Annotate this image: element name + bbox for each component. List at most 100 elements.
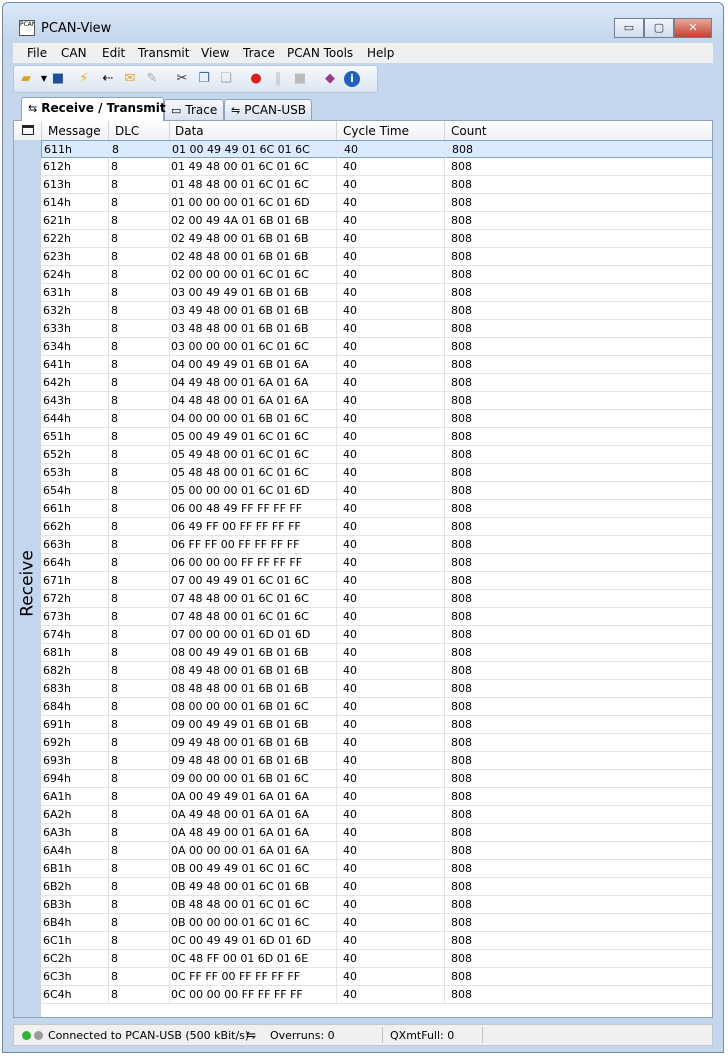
table-row[interactable]: 693h 8 09 48 48 00 01 6B 01 6B 40 808 — [41, 752, 712, 770]
tab-receive-transmit[interactable]: ⇆ Receive / Transmit — [21, 97, 166, 121]
data-cell: 03 48 48 00 01 6B 01 6B — [171, 322, 309, 335]
dlc-cell: 8 — [111, 988, 118, 1001]
table-row[interactable]: 631h 8 03 00 49 49 01 6B 01 6B 40 808 — [41, 284, 712, 302]
header-data[interactable]: Data — [175, 124, 204, 138]
table-row[interactable]: 674h 8 07 00 00 00 01 6D 01 6D 40 808 — [41, 626, 712, 644]
header-dlc[interactable]: DLC — [115, 124, 139, 138]
table-row[interactable]: 671h 8 07 00 49 49 01 6C 01 6C 40 808 — [41, 572, 712, 590]
trace-icon: ▭ — [171, 104, 182, 117]
table-row[interactable]: 614h 8 01 00 00 00 01 6C 01 6D 40 808 — [41, 194, 712, 212]
table-row[interactable]: 681h 8 08 00 49 49 01 6B 01 6B 40 808 — [41, 644, 712, 662]
save-icon[interactable]: ■ — [50, 71, 66, 87]
message-id-cell: 6C2h — [43, 952, 72, 965]
header-count[interactable]: Count — [451, 124, 487, 138]
menu-edit[interactable]: Edit — [102, 46, 125, 60]
maximize-button[interactable]: ▢ — [644, 18, 674, 38]
stop-icon[interactable]: ■ — [292, 71, 308, 87]
table-row[interactable]: 6C3h 8 0C FF FF 00 FF FF FF FF 40 808 — [41, 968, 712, 986]
connect-icon[interactable]: ⚡ — [76, 71, 92, 87]
table-row[interactable]: 613h 8 01 48 48 00 01 6C 01 6C 40 808 — [41, 176, 712, 194]
table-row[interactable]: 672h 8 07 48 48 00 01 6C 01 6C 40 808 — [41, 590, 712, 608]
cycle-time-cell: 40 — [343, 844, 357, 857]
menu-help[interactable]: Help — [367, 46, 394, 60]
table-row[interactable]: 692h 8 09 49 48 00 01 6B 01 6B 40 808 — [41, 734, 712, 752]
table-row[interactable]: 643h 8 04 48 48 00 01 6A 01 6A 40 808 — [41, 392, 712, 410]
table-row[interactable]: 642h 8 04 49 48 00 01 6A 01 6A 40 808 — [41, 374, 712, 392]
table-row[interactable]: 661h 8 06 00 48 49 FF FF FF FF 40 808 — [41, 500, 712, 518]
cycle-time-cell: 40 — [343, 988, 357, 1001]
menu-can[interactable]: CAN — [61, 46, 87, 60]
open-folder-icon[interactable]: ▰ — [18, 71, 34, 87]
table-row[interactable]: 6C2h 8 0C 48 FF 00 01 6D 01 6E 40 808 — [41, 950, 712, 968]
table-row[interactable]: 651h 8 05 00 49 49 01 6C 01 6C 40 808 — [41, 428, 712, 446]
table-row[interactable]: 6B1h 8 0B 00 49 49 01 6C 01 6C 40 808 — [41, 860, 712, 878]
info-icon[interactable]: i — [344, 71, 360, 87]
table-row[interactable]: 663h 8 06 FF FF 00 FF FF FF FF 40 808 — [41, 536, 712, 554]
copy-icon[interactable]: ❐ — [196, 71, 212, 87]
paste-icon[interactable]: ❏ — [218, 71, 234, 87]
record-icon[interactable]: ● — [248, 71, 264, 87]
tab-trace[interactable]: ▭ Trace — [164, 99, 224, 121]
table-row[interactable]: 6C1h 8 0C 00 49 49 01 6D 01 6D 40 808 — [41, 932, 712, 950]
menu-transmit[interactable]: Transmit — [138, 46, 189, 60]
count-cell: 808 — [451, 196, 472, 209]
table-row[interactable]: 624h 8 02 00 00 00 01 6C 01 6C 40 808 — [41, 266, 712, 284]
table-row[interactable]: 673h 8 07 48 48 00 01 6C 01 6C 40 808 — [41, 608, 712, 626]
edit-message-icon[interactable]: ✎ — [144, 71, 160, 87]
table-row[interactable]: 621h 8 02 00 49 4A 01 6B 01 6B 40 808 — [41, 212, 712, 230]
close-button[interactable]: ✕ — [674, 18, 712, 38]
table-row[interactable]: 623h 8 02 48 48 00 01 6B 01 6B 40 808 — [41, 248, 712, 266]
table-row[interactable]: 632h 8 03 49 48 00 01 6B 01 6B 40 808 — [41, 302, 712, 320]
table-row[interactable]: 634h 8 03 00 00 00 01 6C 01 6C 40 808 — [41, 338, 712, 356]
table-row[interactable]: 633h 8 03 48 48 00 01 6B 01 6B 40 808 — [41, 320, 712, 338]
message-id-cell: 6A2h — [43, 808, 72, 821]
table-row[interactable]: 683h 8 08 48 48 00 01 6B 01 6B 40 808 — [41, 680, 712, 698]
table-row[interactable]: 622h 8 02 49 48 00 01 6B 01 6B 40 808 — [41, 230, 712, 248]
table-row[interactable]: 612h 8 01 49 48 00 01 6C 01 6C 40 808 — [41, 158, 712, 176]
count-cell: 808 — [451, 844, 472, 857]
table-row[interactable]: 662h 8 06 49 FF 00 FF FF FF FF 40 808 — [41, 518, 712, 536]
table-row[interactable]: 6A2h 8 0A 49 48 00 01 6A 01 6A 40 808 — [41, 806, 712, 824]
table-row[interactable]: 644h 8 04 00 00 00 01 6B 01 6C 40 808 — [41, 410, 712, 428]
cycle-time-cell: 40 — [343, 628, 357, 641]
dlc-cell: 8 — [111, 340, 118, 353]
minimize-button[interactable]: ▭ — [614, 18, 644, 38]
table-row[interactable]: 641h 8 04 00 49 49 01 6B 01 6A 40 808 — [41, 356, 712, 374]
header-message[interactable]: Message — [48, 124, 101, 138]
table-row[interactable]: 6B3h 8 0B 48 48 00 01 6C 01 6C 40 808 — [41, 896, 712, 914]
table-row[interactable]: 6C4h 8 0C 00 00 00 FF FF FF FF 40 808 — [41, 986, 712, 1004]
table-row[interactable]: 6A1h 8 0A 00 49 49 01 6A 01 6A 40 808 — [41, 788, 712, 806]
table-row[interactable]: 664h 8 06 00 00 00 FF FF FF FF 40 808 — [41, 554, 712, 572]
count-cell: 808 — [452, 143, 473, 156]
disconnect-icon[interactable]: ⇠ — [100, 71, 116, 87]
menu-view[interactable]: View — [201, 46, 229, 60]
table-row[interactable]: 654h 8 05 00 00 00 01 6C 01 6D 40 808 — [41, 482, 712, 500]
data-cell: 05 48 48 00 01 6C 01 6C — [171, 466, 309, 479]
table-row[interactable]: 6A4h 8 0A 00 00 00 01 6A 01 6A 40 808 — [41, 842, 712, 860]
window-list-icon[interactable] — [22, 125, 34, 135]
help-book-icon[interactable]: ◆ — [322, 71, 338, 87]
table-row[interactable]: 694h 8 09 00 00 00 01 6B 01 6C 40 808 — [41, 770, 712, 788]
table-row[interactable]: 682h 8 08 49 48 00 01 6B 01 6B 40 808 — [41, 662, 712, 680]
table-row[interactable]: 684h 8 08 00 00 00 01 6B 01 6C 40 808 — [41, 698, 712, 716]
new-message-icon[interactable]: ✉ — [122, 71, 138, 87]
cycle-time-cell: 40 — [343, 880, 357, 893]
table-row[interactable]: 6B4h 8 0B 00 00 00 01 6C 01 6C 40 808 — [41, 914, 712, 932]
table-row[interactable]: 691h 8 09 00 49 49 01 6B 01 6B 40 808 — [41, 716, 712, 734]
table-row[interactable]: 652h 8 05 49 48 00 01 6C 01 6C 40 808 — [41, 446, 712, 464]
tab-pcan-usb[interactable]: ⇋ PCAN-USB — [224, 99, 312, 121]
count-cell: 808 — [451, 826, 472, 839]
menu-file[interactable]: File — [27, 46, 47, 60]
pcan-app-icon[interactable]: PCAN — [19, 20, 35, 36]
table-row[interactable]: 611h 8 01 00 49 49 01 6C 01 6C 40 808 — [41, 140, 712, 158]
header-cycle-time[interactable]: Cycle Time — [343, 124, 409, 138]
menu-pcan-tools[interactable]: PCAN Tools — [287, 46, 353, 60]
pause-icon[interactable]: ‖ — [270, 71, 286, 87]
dlc-cell: 8 — [111, 412, 118, 425]
menu-trace[interactable]: Trace — [243, 46, 275, 60]
table-row[interactable]: 653h 8 05 48 48 00 01 6C 01 6C 40 808 — [41, 464, 712, 482]
table-row[interactable]: 6B2h 8 0B 49 48 00 01 6C 01 6B 40 808 — [41, 878, 712, 896]
cut-icon[interactable]: ✂ — [174, 71, 190, 87]
title-bar[interactable]: PCAN PCAN-View ▭ ▢ ✕ — [3, 3, 723, 41]
table-row[interactable]: 6A3h 8 0A 48 49 00 01 6A 01 6A 40 808 — [41, 824, 712, 842]
